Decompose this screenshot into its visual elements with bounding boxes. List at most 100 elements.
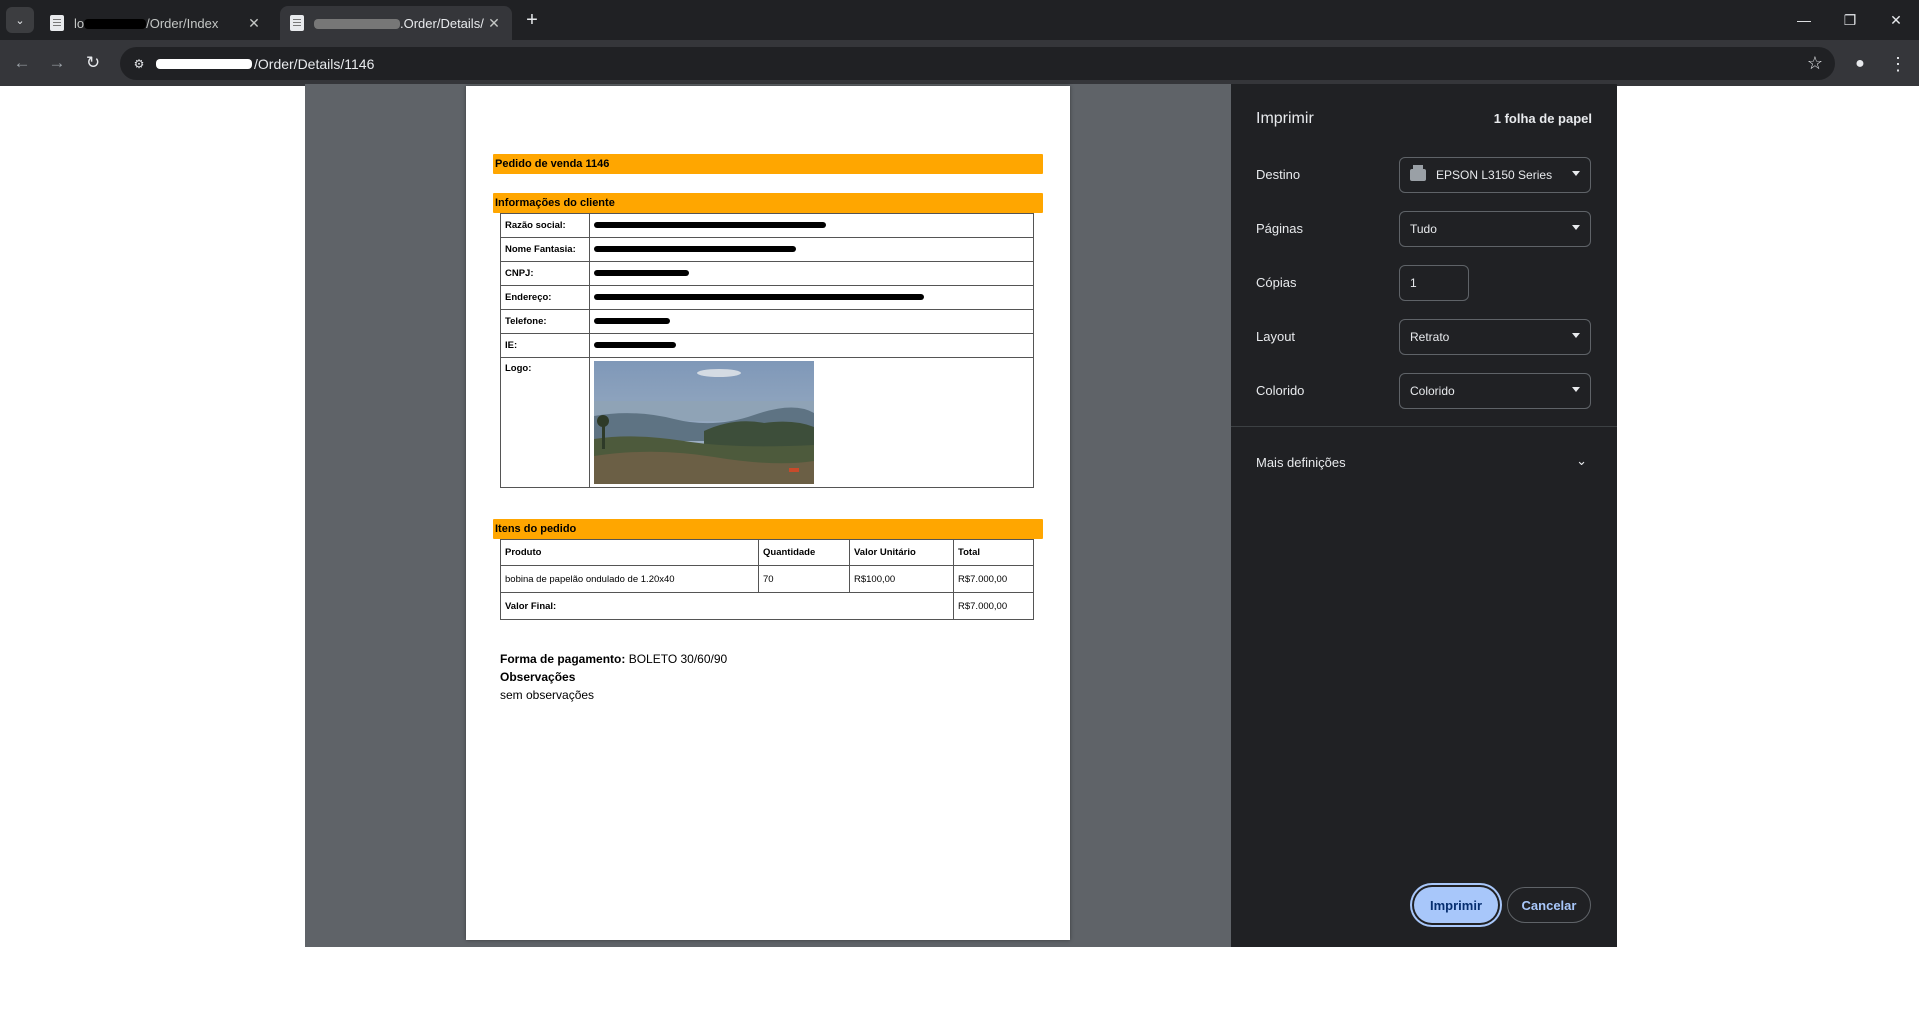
item-product: bobina de papelão ondulado de 1.20x40 <box>500 565 759 593</box>
chevron-down-icon[interactable]: ⌄ <box>1576 453 1587 469</box>
tab-order-index[interactable]: lo/Order/Index ✕ <box>40 6 272 40</box>
table-row: Telefone: <box>500 309 1034 334</box>
field-value <box>589 333 1034 358</box>
redaction-mark <box>594 342 676 349</box>
pages-label: Páginas <box>1256 221 1303 236</box>
forward-button[interactable]: → <box>44 50 70 76</box>
field-label: IE: <box>500 333 590 358</box>
tab-title: lo/Order/Index <box>74 15 219 31</box>
column-header: Total <box>953 539 1034 566</box>
caret-down-icon <box>1572 333 1580 338</box>
tab-strip: ⌄ lo/Order/Index ✕ .Order/Details/ ✕ + —… <box>0 0 1919 40</box>
destination-select[interactable]: EPSON L3150 Series <box>1399 157 1591 193</box>
new-tab-button[interactable]: + <box>520 8 544 32</box>
back-button[interactable]: ← <box>9 50 35 76</box>
layout-value: Retrato <box>1410 330 1450 344</box>
table-row: CNPJ: <box>500 261 1034 286</box>
close-icon[interactable]: ✕ <box>486 15 502 31</box>
chevron-down-icon: ⌄ <box>15 14 25 27</box>
table-row: Valor Final: R$7.000,00 <box>500 592 1034 620</box>
minimize-button[interactable]: — <box>1781 0 1827 40</box>
notes-label: Observações <box>500 670 576 684</box>
caret-down-icon <box>1572 225 1580 230</box>
order-document: Pedido de venda 1146 Informações do clie… <box>493 154 1043 704</box>
payment-label: Forma de pagamento: <box>500 652 626 666</box>
redaction-mark <box>594 222 826 229</box>
items-table: Produto Quantidade Valor Unitário Total … <box>500 539 1034 620</box>
layout-label: Layout <box>1256 329 1296 344</box>
field-label: Razão social: <box>500 213 590 238</box>
dialog-title: Imprimir <box>1256 110 1314 127</box>
field-value <box>589 309 1034 334</box>
preview-page: Pedido de venda 1146 Informações do clie… <box>466 86 1070 940</box>
item-quantity: 70 <box>758 565 850 593</box>
column-header: Produto <box>500 539 759 566</box>
redaction-mark <box>314 19 400 30</box>
payment-value: BOLETO 30/60/90 <box>628 652 728 666</box>
color-value: Colorido <box>1410 384 1455 398</box>
field-label: Telefone: <box>500 309 590 334</box>
tune-icon[interactable]: ⚙ <box>130 55 148 73</box>
field-value <box>589 285 1034 310</box>
redaction-mark <box>594 270 689 277</box>
order-title: Pedido de venda 1146 <box>493 154 1043 174</box>
layout-select[interactable]: Retrato <box>1399 319 1591 355</box>
print-button[interactable]: Imprimir <box>1414 887 1498 923</box>
caret-down-icon <box>1572 171 1580 176</box>
item-total: R$7.000,00 <box>953 565 1034 593</box>
field-value <box>589 237 1034 262</box>
copies-input[interactable]: 1 <box>1399 265 1469 301</box>
restore-button[interactable]: ❐ <box>1827 0 1873 40</box>
divider <box>1231 426 1617 427</box>
page-icon <box>290 15 304 31</box>
notes-value: sem observações <box>500 688 595 702</box>
cancel-button[interactable]: Cancelar <box>1507 887 1591 923</box>
item-unit-price: R$100,00 <box>849 565 954 593</box>
redaction-mark <box>594 318 670 325</box>
star-icon[interactable]: ☆ <box>1807 53 1823 74</box>
redaction-mark <box>594 246 796 253</box>
final-label: Valor Final: <box>500 592 954 620</box>
caret-down-icon <box>1572 387 1580 392</box>
logo-image <box>594 361 814 484</box>
column-header: Valor Unitário <box>849 539 954 566</box>
table-row: Logo: <box>500 357 1034 488</box>
printer-icon <box>1410 165 1426 181</box>
table-row: Nome Fantasia: <box>500 237 1034 262</box>
person-icon[interactable]: ● <box>1848 53 1872 77</box>
copies-label: Cópias <box>1256 275 1297 290</box>
field-label: CNPJ: <box>500 261 590 286</box>
table-row: bobina de papelão ondulado de 1.20x40 70… <box>500 565 1034 593</box>
items-section-title: Itens do pedido <box>493 519 1043 539</box>
more-settings-toggle[interactable]: Mais definições <box>1256 455 1346 470</box>
customer-section-title: Informações do cliente <box>493 193 1043 213</box>
destination-label: Destino <box>1256 167 1301 182</box>
close-window-button[interactable]: ✕ <box>1873 0 1919 40</box>
pages-select[interactable]: Tudo <box>1399 211 1591 247</box>
tab-search-button[interactable]: ⌄ <box>6 7 34 33</box>
redaction-mark <box>84 19 147 30</box>
table-header-row: Produto Quantidade Valor Unitário Total <box>500 539 1034 566</box>
address-bar[interactable]: ⚙ /Order/Details/1146 ☆ <box>120 47 1835 80</box>
field-label: Logo: <box>500 357 590 488</box>
column-header: Quantidade <box>758 539 850 566</box>
close-icon[interactable]: ✕ <box>246 15 262 31</box>
print-settings-panel: Imprimir 1 folha de papel Destino EPSON … <box>1231 84 1617 947</box>
table-row: Endereço: <box>500 285 1034 310</box>
tab-order-details[interactable]: .Order/Details/ ✕ <box>280 6 512 40</box>
more-vert-icon[interactable]: ⋮ <box>1888 50 1908 78</box>
color-select[interactable]: Colorido <box>1399 373 1591 409</box>
redaction-mark <box>156 58 252 69</box>
field-label: Endereço: <box>500 285 590 310</box>
final-value: R$7.000,00 <box>953 592 1034 620</box>
redaction-mark <box>594 294 924 301</box>
payment-line: Forma de pagamento: BOLETO 30/60/90 <box>500 650 1043 668</box>
pages-value: Tudo <box>1410 222 1437 236</box>
destination-value: EPSON L3150 Series <box>1436 168 1553 182</box>
color-label: Colorido <box>1256 383 1305 398</box>
tab-title: .Order/Details/ <box>314 16 486 31</box>
field-value <box>589 213 1034 238</box>
reload-button[interactable]: ↻ <box>80 50 106 76</box>
payment-notes: Forma de pagamento: BOLETO 30/60/90 Obse… <box>500 650 1043 704</box>
url-text: /Order/Details/1146 <box>254 55 375 72</box>
